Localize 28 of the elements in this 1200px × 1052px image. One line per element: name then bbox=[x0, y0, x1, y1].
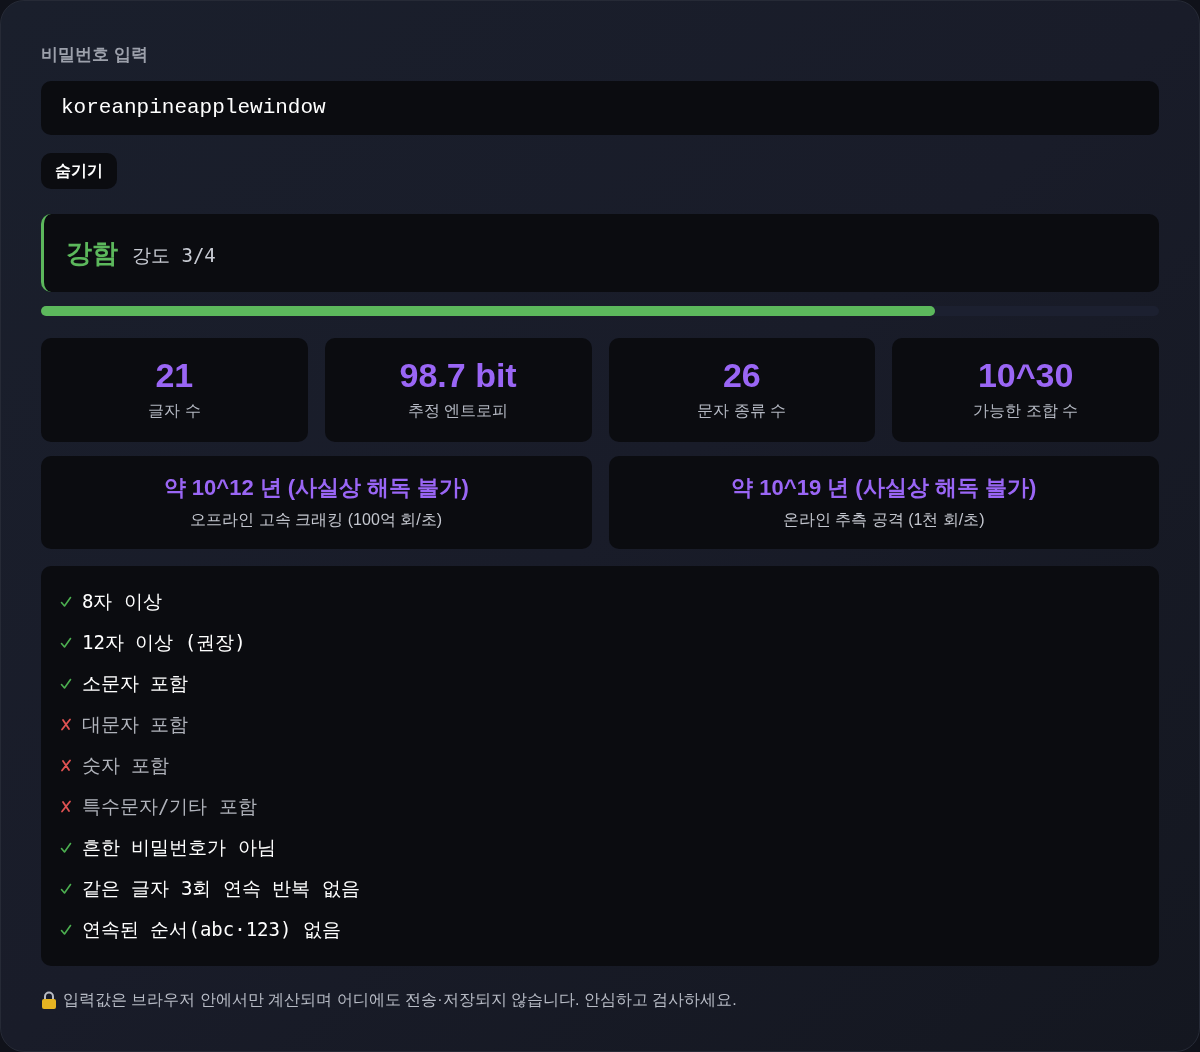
crack-time-label: 온라인 추측 공격 (1천 회/초) bbox=[782, 509, 985, 530]
checklist-item: 숫자 포함 bbox=[82, 753, 170, 779]
strength-rating: 강함 bbox=[66, 236, 118, 270]
checklist-item: 8자 이상 bbox=[82, 589, 162, 615]
privacy-note: 입력값은 브라우저 안에서만 계산되며 어디에도 전송·저장되지 않습니다. 안심하고 검사하세요. bbox=[63, 990, 737, 1010]
hide-button[interactable]: 숨기기 bbox=[41, 153, 117, 189]
checklist-item: 12자 이상 (권장) bbox=[82, 630, 246, 656]
stat-value: 21 bbox=[155, 357, 194, 393]
lock-icon bbox=[41, 991, 57, 1009]
stat-value: 26 bbox=[722, 357, 761, 393]
checklist-item: 특수문자/기타 포함 bbox=[82, 794, 257, 820]
checklist-item: 같은 글자 3회 연속 반복 없음 bbox=[82, 876, 360, 902]
checklist-item: 대문자 포함 bbox=[82, 712, 189, 738]
checklist-item: 흔한 비밀번호가 아님 bbox=[82, 835, 276, 861]
stat-label: 추정 엔트로피 bbox=[407, 401, 509, 421]
crack-time-value: 약 10^19 년 (사실상 해독 불가) bbox=[731, 473, 1037, 502]
password-field[interactable]: koreanpineapplewindow bbox=[41, 81, 1159, 135]
crack-time-value: 약 10^12 년 (사실상 해독 불가) bbox=[163, 473, 469, 502]
stat-label: 문자 종류 수 bbox=[697, 401, 787, 421]
field-label: 비밀번호 입력 bbox=[41, 44, 149, 66]
checklist-item: 소문자 포함 bbox=[82, 671, 189, 697]
crack-time-label: 오프라인 고속 크래킹 (100억 회/초) bbox=[190, 509, 443, 530]
stat-value: 98.7 bit bbox=[399, 357, 517, 393]
stat-label: 글자 수 bbox=[148, 401, 201, 421]
checklist-item: 연속된 순서(abc·123) 없음 bbox=[82, 917, 341, 943]
stat-label: 가능한 조합 수 bbox=[973, 401, 1079, 421]
stat-value: 10^30 bbox=[977, 357, 1074, 393]
strength-score: 강도 3/4 bbox=[132, 242, 216, 268]
